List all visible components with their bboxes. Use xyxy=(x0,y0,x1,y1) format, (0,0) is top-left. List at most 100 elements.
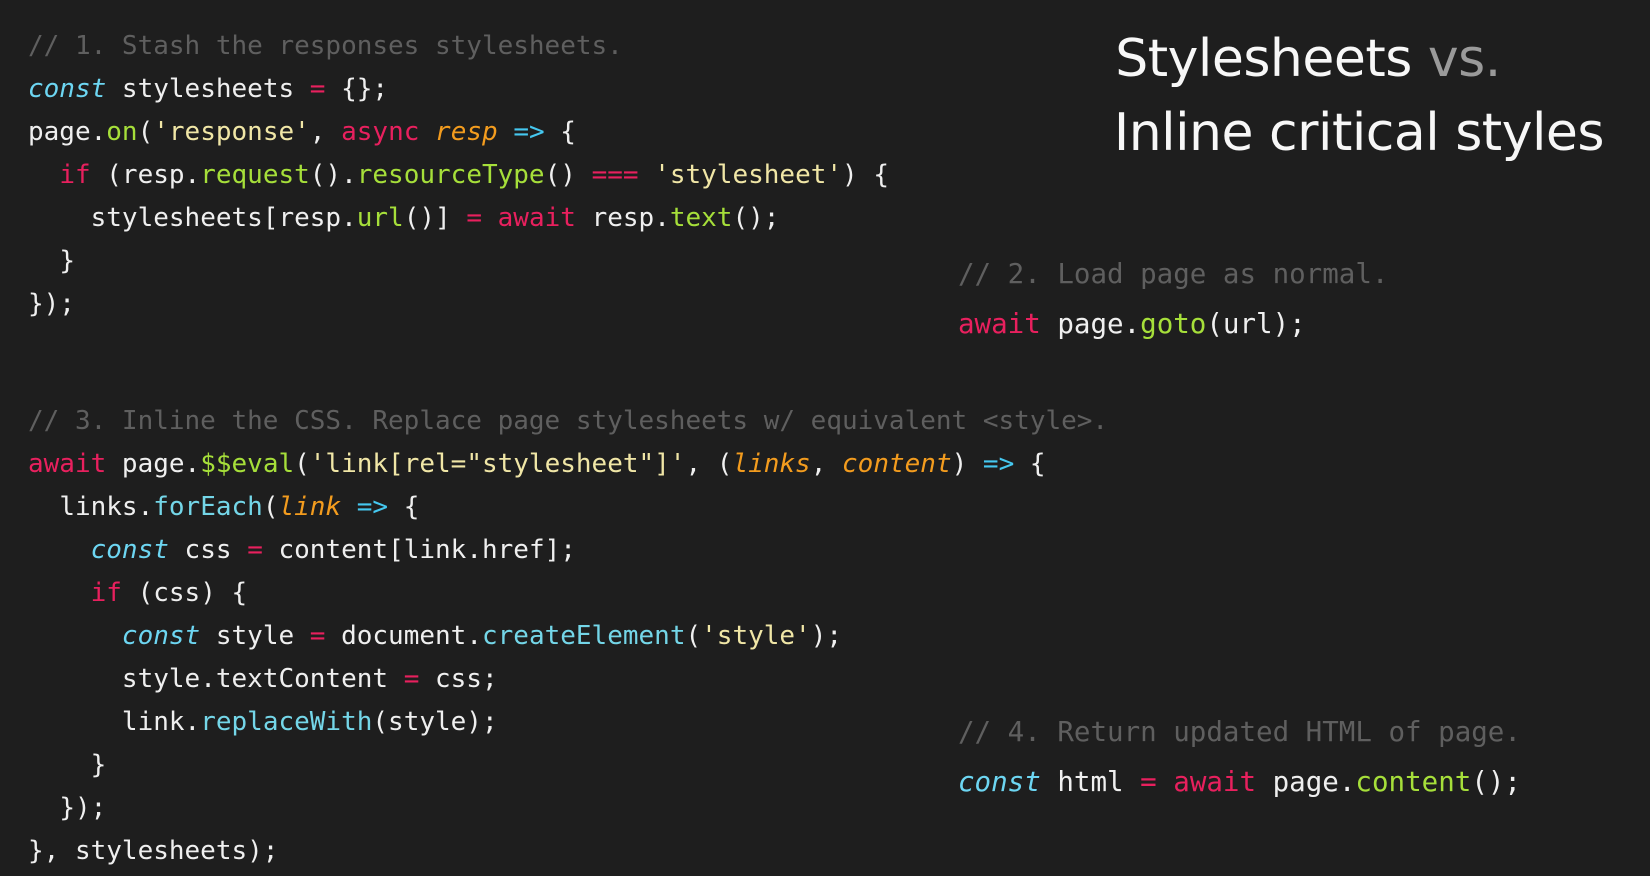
code-text: ) xyxy=(951,449,983,479)
code-text: page. xyxy=(1256,766,1356,798)
code-text: html xyxy=(1040,766,1141,798)
keyword-if: if xyxy=(59,160,91,190)
code-line-3-5: if (css) { xyxy=(28,572,1108,615)
code-text: ); xyxy=(810,621,843,651)
code-text: }); xyxy=(59,793,107,823)
title-main-text: Stylesheets xyxy=(1115,29,1412,89)
keyword-if: if xyxy=(90,578,122,608)
function-name: request xyxy=(200,160,310,190)
operator-assign: = xyxy=(403,664,420,694)
code-text: ( xyxy=(685,621,702,651)
code-block-step-2: // 2. Load page as normal. await page.got… xyxy=(958,249,1388,349)
comment-step-2: // 2. Load page as normal. xyxy=(958,258,1389,290)
keyword-const: const xyxy=(28,74,107,104)
function-name: url xyxy=(356,203,404,233)
code-text: , xyxy=(309,117,342,147)
code-text: (style); xyxy=(372,707,498,737)
keyword-await: await xyxy=(1173,766,1257,798)
code-text: (url); xyxy=(1206,308,1306,340)
function-name: on xyxy=(106,117,138,147)
string-literal: 'link[rel="stylesheet"]' xyxy=(309,449,686,479)
code-block-step-3: // 3. Inline the CSS. Replace page style… xyxy=(28,400,1108,873)
title-vs-text: vs. xyxy=(1427,29,1501,89)
comment-step-3: // 3. Inline the CSS. Replace page style… xyxy=(28,406,1109,436)
code-text: {}; xyxy=(325,74,389,104)
operator-assign: = xyxy=(309,74,326,104)
string-literal: 'response' xyxy=(153,117,310,147)
code-text: page. xyxy=(106,449,201,479)
keyword-const: const xyxy=(958,766,1041,798)
function-name: $$eval xyxy=(200,449,295,479)
arrow-operator: => xyxy=(982,449,1015,479)
code-text: , xyxy=(810,449,843,479)
code-line-3-8: link.replaceWith(style); xyxy=(28,701,1108,744)
code-text: style xyxy=(200,621,310,651)
method-name: forEach xyxy=(153,492,263,522)
keyword-await: await xyxy=(28,449,107,479)
title-line-1: Stylesheets vs. xyxy=(984,22,1604,96)
title-line-2: Inline critical styles xyxy=(1113,103,1605,163)
param-name: link xyxy=(278,492,342,522)
code-text: stylesheets xyxy=(106,74,310,104)
code-block-step-1: // 1. Stash the responses stylesheets. co… xyxy=(28,25,889,326)
code-line-1-4: if (resp.request().resourceType() === 's… xyxy=(28,154,889,197)
code-line-2-2: await page.goto(url); xyxy=(958,299,1388,349)
code-text: ( xyxy=(294,449,310,479)
code-line-1-2: const stylesheets = {}; xyxy=(28,68,889,111)
code-line-3-2: await page.$$eval('link[rel="stylesheet"… xyxy=(28,443,1108,486)
code-line-1-7: }); xyxy=(28,283,889,326)
code-line-3-9: } xyxy=(28,744,1108,787)
code-line-3-3: links.forEach(link => { xyxy=(28,486,1108,529)
code-line-3-6: const style = document.createElement('st… xyxy=(28,615,1108,658)
function-name: content xyxy=(1355,766,1472,798)
code-text: (). xyxy=(309,160,357,190)
param-name: content xyxy=(842,449,952,479)
code-text: { xyxy=(388,492,420,522)
comment-step-1: // 1. Stash the responses stylesheets. xyxy=(28,31,623,61)
operator-assign: = xyxy=(247,535,263,565)
slide: Stylesheets vs. Inline critical styles /… xyxy=(0,0,1650,876)
code-text: () xyxy=(544,160,592,190)
operator-strict-equal: === xyxy=(591,160,639,190)
code-line-1-6: } xyxy=(28,240,889,283)
slide-title: Stylesheets vs. Inline critical styles xyxy=(984,22,1605,170)
code-text: { xyxy=(544,117,576,147)
code-text: , ( xyxy=(685,449,733,479)
code-text: (); xyxy=(1471,766,1521,798)
method-name: replaceWith xyxy=(200,707,373,737)
keyword-async: async xyxy=(341,117,420,147)
code-text: } xyxy=(59,246,75,276)
code-text: ()] xyxy=(403,203,467,233)
param-name: links xyxy=(732,449,811,479)
arrow-operator: => xyxy=(356,492,389,522)
code-text: (); xyxy=(732,203,780,233)
code-line-3-11: }, stylesheets); xyxy=(28,830,1108,873)
code-text: resp. xyxy=(575,203,670,233)
code-line-3-4: const css = content[link.href]; xyxy=(28,529,1108,572)
code-text: links. xyxy=(59,492,154,522)
code-line-3-10: }); xyxy=(28,787,1108,830)
keyword-await: await xyxy=(958,308,1041,340)
arrow-operator: => xyxy=(513,117,545,147)
function-name: resourceType xyxy=(356,160,545,190)
code-line-3-7: style.textContent = css; xyxy=(28,658,1108,701)
code-text: css; xyxy=(419,664,498,694)
code-text: (css) { xyxy=(121,578,248,608)
code-text: (resp. xyxy=(90,160,201,190)
operator-assign: = xyxy=(1140,766,1157,798)
code-text: document. xyxy=(325,621,482,651)
code-text: style.textContent xyxy=(121,664,404,694)
keyword-const: const xyxy=(90,535,169,565)
code-block-step-4: // 4. Return updated HTML of page. const … xyxy=(958,707,1521,807)
code-text: content[link.href]; xyxy=(262,535,576,565)
operator-assign: = xyxy=(466,203,482,233)
comment-step-4: // 4. Return updated HTML of page. xyxy=(958,716,1521,748)
string-literal: 'stylesheet' xyxy=(654,160,843,190)
code-text: } xyxy=(90,750,107,780)
code-text: }, stylesheets); xyxy=(28,836,279,866)
code-text: page. xyxy=(1040,308,1141,340)
code-text: ) { xyxy=(842,160,889,190)
code-text: stylesheets[resp. xyxy=(90,203,357,233)
code-text: ( xyxy=(137,117,154,147)
function-name: goto xyxy=(1140,308,1207,340)
